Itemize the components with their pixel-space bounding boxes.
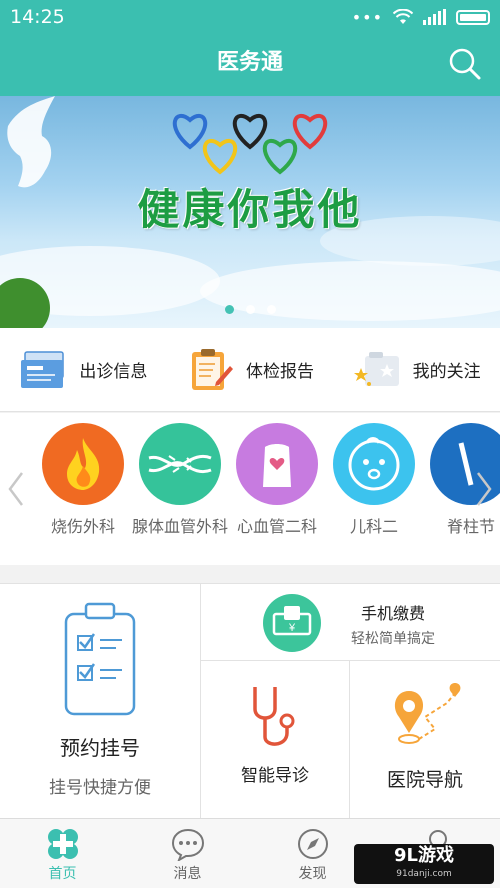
quick-link-label: 我的关注 (412, 362, 481, 382)
department-label: 烧伤外科 (50, 517, 115, 536)
carousel-dot[interactable] (266, 305, 276, 314)
banner-slogan: 健康你我他 (137, 185, 363, 234)
chevron-right-icon[interactable] (474, 471, 494, 507)
carousel-dot[interactable] (224, 305, 234, 314)
quick-link-label: 体检报告 (246, 362, 314, 382)
smart-guide-card[interactable]: 智能导诊 (201, 661, 350, 818)
star-folder-icon (353, 351, 399, 386)
vessel-icon (139, 423, 221, 505)
department-label: 心血管二科 (236, 517, 317, 536)
tab-home[interactable]: 首页 (0, 819, 125, 888)
status-bar: 14:25 ••• (0, 0, 500, 34)
appointment-card[interactable]: 预约挂号 挂号快捷方便 (0, 584, 201, 818)
carousel-indicator (0, 305, 500, 314)
banner-carousel[interactable]: 健康你我他 (0, 96, 500, 328)
search-icon[interactable] (448, 47, 482, 81)
payment-title: 手机缴费 (361, 604, 426, 623)
compass-icon (297, 829, 328, 859)
quick-link-follow[interactable]: 我的关注 (333, 348, 500, 392)
status-icons: ••• (352, 8, 490, 27)
department-pediatrics[interactable]: 儿科二 (324, 423, 424, 537)
more-dots-icon: ••• (351, 7, 383, 27)
smart-guide-title: 智能导诊 (241, 766, 309, 786)
payment-card[interactable]: ¥ 手机缴费 轻松简单搞定 (201, 584, 500, 661)
chat-bubble-icon (171, 828, 204, 861)
services-grid: 预约挂号 挂号快捷方便 ¥ 手机缴费 轻松简单搞定 智能导诊 医院导航 (0, 583, 500, 818)
tab-label: 首页 (48, 866, 77, 882)
hospital-navigation-card[interactable]: 医院导航 (350, 661, 500, 818)
carousel-dot[interactable] (245, 305, 255, 314)
baby-face-icon (333, 423, 415, 505)
wifi-icon (393, 9, 413, 24)
payment-icon: ¥ (263, 594, 321, 652)
department-label: 儿科二 (349, 517, 398, 536)
schedule-card-icon (21, 350, 65, 388)
heart-body-icon (236, 423, 318, 505)
appointment-subtitle: 挂号快捷方便 (49, 778, 151, 798)
department-vascular[interactable]: 腺体血管外科 (130, 423, 230, 537)
status-time: 14:25 (10, 6, 65, 28)
clipboard-pen-icon (192, 348, 233, 390)
appointment-title: 预约挂号 (60, 736, 140, 760)
quick-links: 出诊信息 体检报告 我的关注 (0, 328, 500, 412)
app-title: 医务通 (216, 50, 283, 75)
stethoscope-icon (253, 687, 295, 746)
quick-link-label: 出诊信息 (79, 362, 148, 382)
department-cardiology[interactable]: 心血管二科 (227, 423, 327, 537)
battery-icon (456, 9, 490, 25)
department-label: 脊柱节 (446, 517, 495, 536)
watermark-sub: 91danji.com (396, 869, 452, 879)
tab-label: 发现 (298, 866, 327, 882)
quick-link-exam-report[interactable]: 体检报告 (167, 348, 334, 392)
checklist-clipboard-icon (64, 602, 136, 716)
chevron-left-icon[interactable] (6, 471, 26, 507)
watermark-main: 9L游戏 (394, 845, 454, 866)
tab-messages[interactable]: 消息 (125, 819, 250, 888)
svg-text:¥: ¥ (288, 622, 296, 634)
home-cross-icon (47, 829, 78, 859)
payment-subtitle: 轻松简单搞定 (351, 631, 435, 647)
map-pin-icon (394, 683, 461, 744)
app-header: 医务通 (0, 34, 500, 96)
department-burns[interactable]: 烧伤外科 (33, 423, 133, 537)
olympic-hearts-icon (172, 113, 328, 175)
flame-icon (42, 423, 124, 505)
signal-icon (423, 9, 446, 25)
department-carousel: 烧伤外科 腺体血管外科 心血管二科 儿科二 脊柱节 (0, 413, 500, 565)
tab-label: 消息 (173, 866, 202, 882)
hospital-navigation-title: 医院导航 (386, 769, 463, 791)
quick-link-schedule[interactable]: 出诊信息 (0, 348, 167, 392)
department-label: 腺体血管外科 (131, 517, 228, 536)
site-watermark: 9L游戏 91danji.com (354, 844, 494, 884)
